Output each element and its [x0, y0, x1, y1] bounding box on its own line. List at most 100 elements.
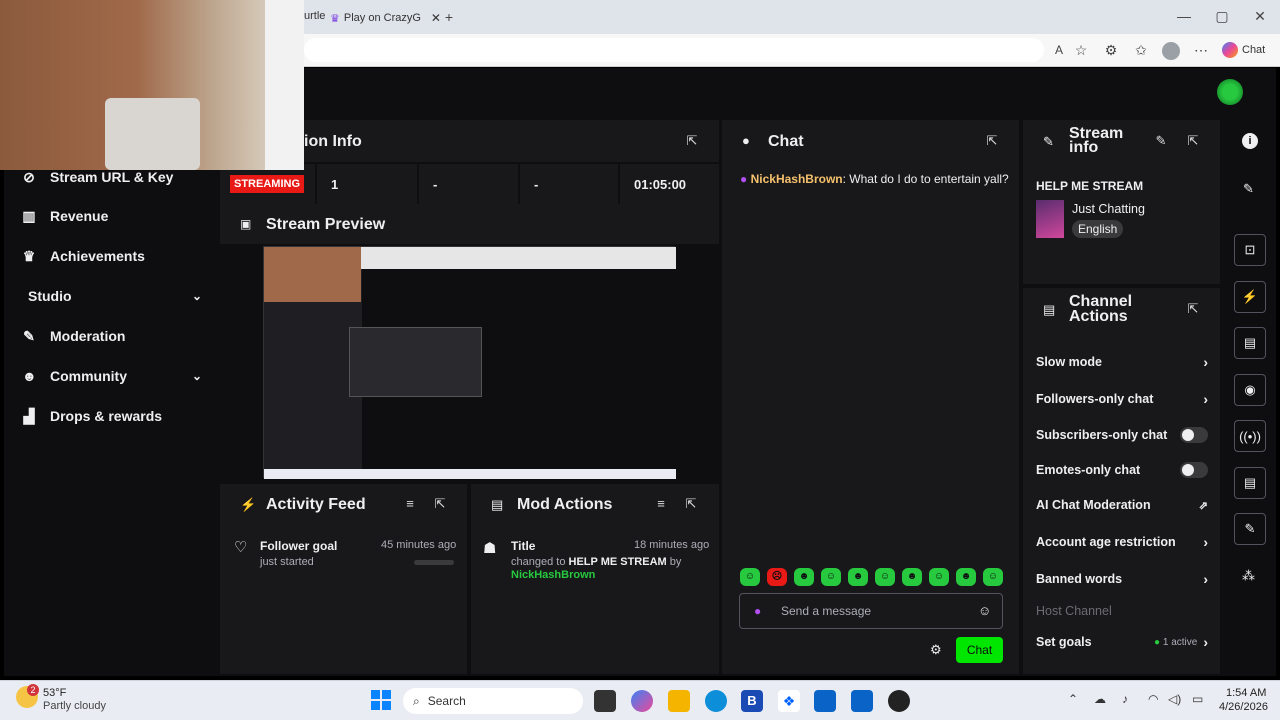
chevron-down-icon: ⌄	[191, 289, 202, 303]
read-aloud-icon[interactable]: A	[1048, 40, 1070, 60]
store-icon[interactable]	[851, 690, 873, 712]
maximize-icon[interactable]: ▢	[1211, 6, 1233, 26]
action-ai-moderation[interactable]: AI Chat Moderation ⇗	[1036, 495, 1208, 515]
mod-item-user[interactable]: NickHashBrown	[511, 569, 595, 581]
info-icon[interactable]: i	[1242, 133, 1258, 149]
goal-progress-bar	[414, 560, 454, 565]
sidebar-item-drops[interactable]: ▟ Drops & rewards	[22, 404, 202, 428]
lightning-icon[interactable]: ⚡	[1234, 281, 1266, 313]
favorite-star-icon[interactable]: ☆	[1070, 40, 1092, 60]
profile-avatar[interactable]	[1162, 42, 1180, 60]
weather-temp[interactable]: 53°F	[43, 687, 66, 699]
new-tab-plus-icon[interactable]: +	[438, 7, 460, 27]
emote-icon[interactable]: ☺	[875, 568, 895, 586]
emote-icon[interactable]: ☺	[821, 568, 841, 586]
channel-icon[interactable]: ▤	[1234, 467, 1266, 499]
extensions-icon[interactable]: ⚙	[1100, 40, 1122, 60]
user-avatar[interactable]	[1217, 79, 1243, 105]
obs-icon[interactable]	[888, 690, 910, 712]
emote-icon[interactable]: ☺	[983, 568, 1003, 586]
wifi-icon[interactable]: ◠	[1148, 692, 1158, 706]
action-set-goals[interactable]: Set goals ● 1 active ›	[1036, 632, 1208, 652]
preview-taskbar	[264, 469, 676, 479]
mod-item-text: changed to	[511, 556, 566, 568]
emote-icon[interactable]: ☹	[767, 568, 787, 586]
tab-label[interactable]: urtle	[304, 10, 325, 22]
emote-icon[interactable]: ☻	[902, 568, 922, 586]
settings-gear-icon[interactable]: ⚙	[930, 642, 942, 658]
clip-icon[interactable]: ⊡	[1234, 234, 1266, 266]
action-banned-words[interactable]: Banned words ›	[1036, 569, 1208, 589]
emotes-only-toggle[interactable]	[1180, 462, 1208, 478]
action-account-age[interactable]: Account age restriction ›	[1036, 532, 1208, 552]
mic-icon[interactable]: ●	[754, 604, 761, 618]
chevron-right-icon: ›	[1203, 391, 1208, 407]
volume-icon[interactable]: ◁)	[1168, 692, 1181, 706]
emote-icon[interactable]: ☻	[794, 568, 814, 586]
panel-title: Mod Actions	[517, 496, 613, 513]
outlook-icon[interactable]	[814, 690, 836, 712]
more-menu-icon[interactable]: ⋯	[1190, 40, 1212, 60]
sidebar-item-studio[interactable]: Studio ⌄	[22, 284, 202, 308]
popout-icon[interactable]: ⇱	[432, 496, 448, 512]
activity-item-sub: just started	[260, 556, 314, 568]
popout-icon[interactable]: ⇱	[1185, 301, 1201, 317]
category-name[interactable]: Just Chatting	[1072, 202, 1145, 216]
popout-icon[interactable]: ⇱	[684, 133, 700, 149]
action-followers-only[interactable]: Followers-only chat ›	[1036, 389, 1208, 409]
chevron-up-icon[interactable]: ⌃	[1068, 692, 1078, 706]
address-field[interactable]	[304, 38, 1044, 62]
popout-icon[interactable]: ⇱	[1185, 133, 1201, 149]
battery-icon[interactable]: ▭	[1192, 692, 1203, 706]
stream-preview-video[interactable]	[263, 246, 676, 479]
bar-chart-icon: ▥	[22, 207, 36, 224]
emote-icon[interactable]: ☺	[929, 568, 949, 586]
edit-pencil-icon[interactable]: ✎	[1153, 133, 1169, 149]
file-explorer-icon[interactable]	[668, 690, 690, 712]
sidebar-item-moderation[interactable]: ✎ Moderation	[22, 324, 202, 348]
emote-icon[interactable]: ☻	[956, 568, 976, 586]
favorites-icon[interactable]: ✩	[1130, 40, 1152, 60]
sidebar-item-revenue[interactable]: ▥ Revenue	[22, 204, 202, 228]
close-window-icon[interactable]: ✕	[1249, 6, 1271, 26]
taskbar-search[interactable]: ⌕ Search	[403, 688, 583, 714]
action-slow-mode[interactable]: Slow mode ›	[1036, 352, 1208, 372]
edit-pencil-icon[interactable]: ✎	[1243, 181, 1254, 197]
sidebar-item-community[interactable]: ☻ Community ⌄	[22, 364, 202, 388]
send-chat-button[interactable]: Chat	[956, 637, 1003, 663]
broadcast-icon[interactable]: ((•))	[1234, 420, 1266, 452]
edge-browser-icon[interactable]	[705, 690, 727, 712]
wrench-icon[interactable]: ✎	[1234, 513, 1266, 545]
copilot-app-icon[interactable]	[631, 690, 653, 712]
emote-icon[interactable]: ☻	[848, 568, 868, 586]
action-label: AI Chat Moderation	[1036, 498, 1151, 512]
dropbox-icon[interactable]: ❖	[778, 690, 800, 712]
lightning-icon: ⚡	[240, 497, 257, 512]
chat-bubble-icon[interactable]: ◉	[1234, 374, 1266, 406]
microphone-icon[interactable]: ♪	[1122, 692, 1128, 706]
chat-username[interactable]: NickHashBrown	[751, 172, 843, 186]
copilot-button[interactable]: Chat	[1222, 42, 1265, 58]
cloud-icon[interactable]: ☁	[1094, 692, 1106, 706]
stat-subs: -	[520, 164, 618, 204]
language-tag[interactable]: English	[1072, 220, 1124, 238]
sidebar-item-achievements[interactable]: ♛ Achievements	[22, 244, 202, 268]
bitwarden-icon[interactable]: B	[741, 690, 763, 712]
subscribers-only-toggle[interactable]	[1180, 427, 1208, 443]
emoji-icon[interactable]: ☺	[978, 603, 991, 618]
emote-icon[interactable]: ☺	[740, 568, 760, 586]
task-view-icon[interactable]	[594, 690, 616, 712]
start-windows-icon[interactable]	[371, 690, 391, 710]
clock-date[interactable]: 4/26/2026	[1219, 701, 1268, 713]
chat-input[interactable]: ● Send a message ☺	[739, 593, 1003, 629]
popout-icon[interactable]: ⇱	[683, 496, 699, 512]
panel-title: Chat	[768, 133, 804, 150]
clock-time[interactable]: 1:54 AM	[1226, 687, 1266, 699]
popout-icon[interactable]: ⇱	[984, 133, 1000, 149]
minimize-icon[interactable]: —	[1173, 6, 1195, 26]
group-icon[interactable]: ⁂	[1242, 568, 1255, 584]
filter-icon[interactable]: ≡	[653, 496, 669, 512]
filter-icon[interactable]: ≡	[402, 496, 418, 512]
panel-title: Activity Feed	[266, 496, 366, 513]
document-icon[interactable]: ▤	[1234, 327, 1266, 359]
